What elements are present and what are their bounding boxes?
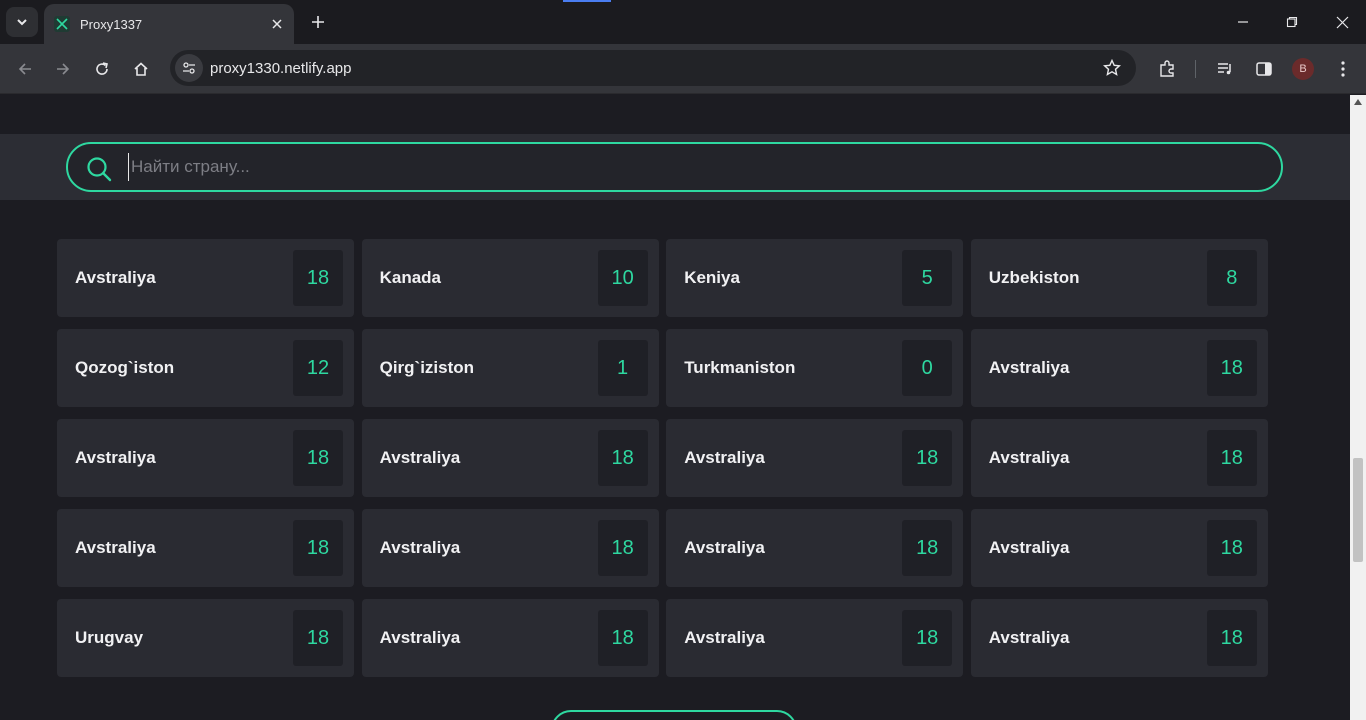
media-control-icon[interactable] <box>1210 54 1240 84</box>
scrollbar-thumb[interactable] <box>1353 458 1363 562</box>
reload-icon[interactable] <box>87 54 117 84</box>
country-card[interactable]: Avstraliya 18 <box>666 509 964 587</box>
chevron-down-icon <box>17 19 27 26</box>
country-name: Keniya <box>684 268 740 287</box>
country-card[interactable]: Avstraliya 18 <box>361 599 659 677</box>
country-card[interactable]: Avstraliya 18 <box>57 509 354 587</box>
country-name: Avstraliya <box>75 268 156 287</box>
more-menu-icon[interactable] <box>1328 54 1358 84</box>
country-name: Kanada <box>379 268 442 287</box>
country-name: Avstraliya <box>75 448 156 467</box>
proxy-count-badge: 18 <box>293 250 343 306</box>
search-icon <box>87 157 112 182</box>
country-card[interactable]: Avstraliya 18 <box>666 419 964 497</box>
country-card[interactable]: Avstraliya 18 <box>666 599 964 677</box>
proxy-count-badge: 18 <box>293 610 343 666</box>
proxy-count-badge: 8 <box>1206 250 1257 306</box>
proxy-count-badge: 10 <box>597 250 648 306</box>
country-card[interactable]: Avstraliya 18 <box>361 509 659 587</box>
country-name: Turkmaniston <box>684 358 796 377</box>
proxy-count-badge: 12 <box>293 340 343 396</box>
country-card[interactable]: Keniya 5 <box>666 239 964 317</box>
url-text: proxy1330.netlify.app <box>210 60 352 77</box>
country-name: Avstraliya <box>684 448 765 467</box>
tab-search-button[interactable] <box>6 7 38 37</box>
country-name: Avstraliya <box>684 628 765 647</box>
proxy-count-badge: 18 <box>1206 340 1257 396</box>
proxy-count-badge: 1 <box>597 340 648 396</box>
proxy-count-badge: 18 <box>293 430 343 486</box>
country-name: Qirg`iziston <box>379 358 475 377</box>
restore-icon[interactable] <box>1278 8 1306 36</box>
browser-toolbar: proxy1330.netlify.app B <box>0 44 1366 94</box>
back-arrow-icon[interactable] <box>10 54 40 84</box>
proxy-count-badge: 18 <box>597 610 648 666</box>
country-card[interactable]: Avstraliya 18 <box>57 239 354 317</box>
country-grid: Avstraliya 18 Kanada 10 Keniya 5 Uzbekiston 8 Qo… <box>57 239 1268 677</box>
bookmark-star-icon[interactable] <box>1102 58 1122 78</box>
country-card[interactable]: Qirg`iziston 1 <box>361 329 659 407</box>
proxy-count-badge: 18 <box>597 520 648 576</box>
country-card[interactable]: Qozog`iston 12 <box>57 329 354 407</box>
minimize-icon[interactable] <box>1229 8 1257 36</box>
country-name: Avstraliya <box>75 538 156 557</box>
scroll-up-arrow-icon[interactable] <box>1354 99 1362 105</box>
extensions-icon[interactable] <box>1152 54 1182 84</box>
close-tab-icon[interactable] <box>266 13 288 35</box>
country-name: Avstraliya <box>379 448 461 467</box>
country-name: Qozog`iston <box>75 358 175 377</box>
country-card[interactable]: Kanada 10 <box>361 239 659 317</box>
country-card[interactable]: Avstraliya 18 <box>361 419 659 497</box>
load-more-button[interactable] <box>551 710 797 720</box>
browser-tab[interactable]: Proxy1337 <box>44 4 294 44</box>
address-bar[interactable]: proxy1330.netlify.app <box>170 50 1136 86</box>
page-scrollbar[interactable] <box>1350 95 1366 720</box>
home-icon[interactable] <box>126 54 156 84</box>
site-info-icon[interactable] <box>175 54 203 82</box>
country-name: Avstraliya <box>988 628 1070 647</box>
proxy-count-badge: 18 <box>597 430 648 486</box>
proxy-count-badge: 18 <box>902 430 953 486</box>
country-card[interactable]: Avstraliya 18 <box>970 509 1268 587</box>
country-name: Avstraliya <box>988 448 1070 467</box>
tab-strip-indicator <box>563 0 611 2</box>
proxy-count-badge: 5 <box>902 250 953 306</box>
proxy-count-badge: 0 <box>902 340 953 396</box>
forward-arrow-icon[interactable] <box>48 54 78 84</box>
country-name: Uzbekiston <box>988 268 1080 287</box>
search-box[interactable] <box>66 142 1283 192</box>
side-panel-icon[interactable] <box>1249 54 1279 84</box>
site-favicon-icon <box>54 16 70 32</box>
page-viewport: Avstraliya18Kanada10Keniya5Uzbekiston8Qo… <box>0 95 1350 720</box>
country-name: Avstraliya <box>988 538 1070 557</box>
country-card[interactable]: Turkmaniston 0 <box>666 329 964 407</box>
country-card[interactable]: Uzbekiston 8 <box>970 239 1268 317</box>
profile-avatar[interactable]: B <box>1292 58 1314 80</box>
proxy-count-badge: 18 <box>1206 430 1257 486</box>
country-name: Avstraliya <box>684 538 765 557</box>
country-card[interactable]: Avstraliya 18 <box>57 419 354 497</box>
proxy-count-badge: 18 <box>1206 520 1257 576</box>
search-input[interactable] <box>128 153 1248 181</box>
proxy-count-badge: 18 <box>902 610 953 666</box>
country-name: Urugvay <box>75 628 144 647</box>
search-section <box>0 134 1350 200</box>
close-window-icon[interactable] <box>1328 8 1356 36</box>
country-name: Avstraliya <box>379 538 461 557</box>
browser-tabbar: Proxy1337 <box>0 0 1366 44</box>
country-card[interactable]: Urugvay 18 <box>57 599 354 677</box>
proxy-count-badge: 18 <box>293 520 343 576</box>
country-name: Avstraliya <box>379 628 461 647</box>
tab-title: Proxy1337 <box>80 16 143 32</box>
country-card[interactable]: Avstraliya 18 <box>970 329 1268 407</box>
country-card[interactable]: Avstraliya 18 <box>970 419 1268 497</box>
new-tab-icon[interactable] <box>306 10 330 34</box>
proxy-count-badge: 18 <box>902 520 953 576</box>
proxy-count-badge: 18 <box>1206 610 1257 666</box>
country-name: Avstraliya <box>988 358 1070 377</box>
country-card[interactable]: Avstraliya 18 <box>970 599 1268 677</box>
toolbar-divider <box>1195 60 1196 78</box>
